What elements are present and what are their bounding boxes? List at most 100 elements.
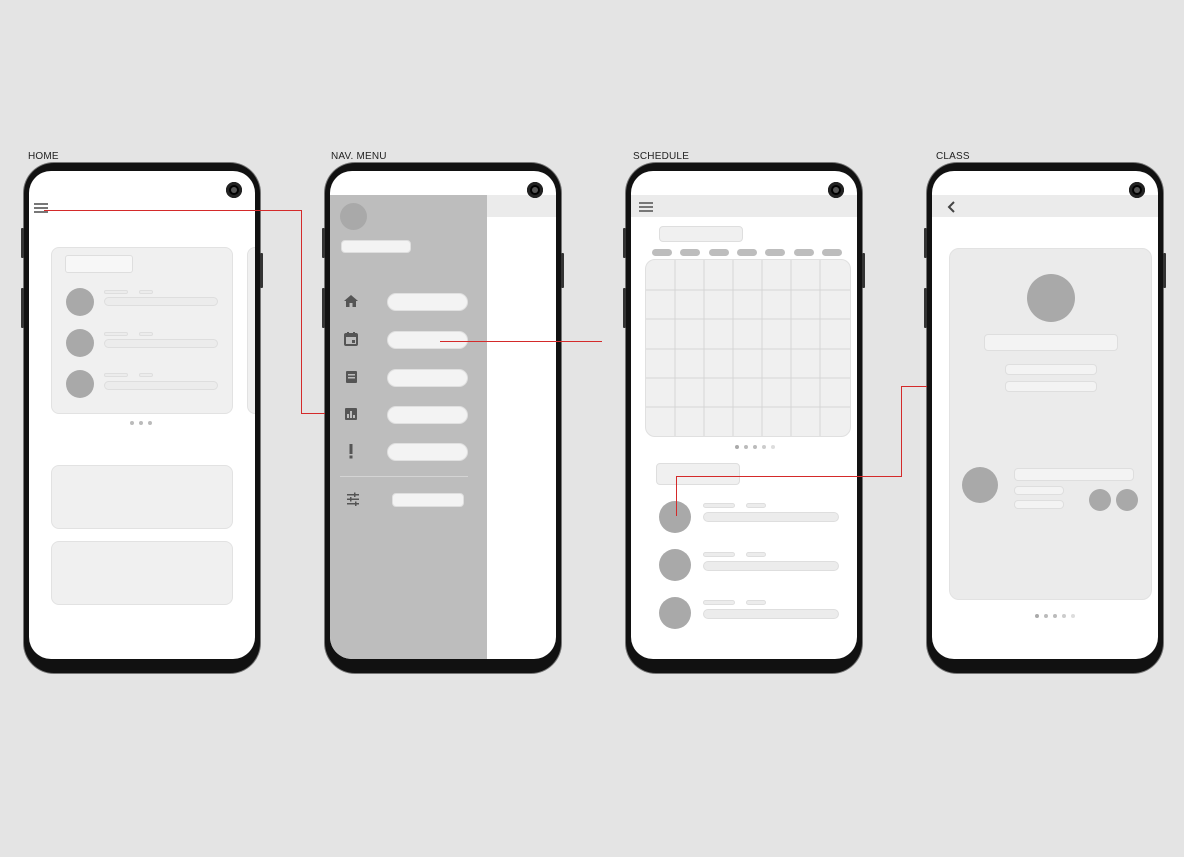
- carousel-dot[interactable]: [744, 445, 748, 449]
- list-item-meta: [746, 600, 766, 605]
- weekday-label: [652, 249, 672, 256]
- menu-divider: [340, 476, 468, 477]
- flow-line-home-to-nav: [301, 210, 302, 413]
- month-title: [659, 226, 743, 242]
- list-item-meta: [104, 373, 128, 377]
- list-item-meta: [703, 600, 735, 605]
- flow-line-nav-to-schedule: [440, 341, 602, 342]
- user-name: [341, 240, 411, 253]
- flow-line-schedule-to-class: [901, 386, 927, 387]
- carousel-dot[interactable]: [735, 445, 739, 449]
- menu-item-home[interactable]: [387, 293, 468, 311]
- carousel-dot[interactable]: [762, 445, 766, 449]
- action-button[interactable]: [1089, 489, 1111, 511]
- class-screen: [932, 171, 1158, 659]
- menu-item-alerts[interactable]: [387, 443, 468, 461]
- nav-menu-screen: [330, 171, 556, 659]
- home-screen: [29, 171, 255, 659]
- class-title: [984, 334, 1118, 351]
- avatar: [66, 329, 94, 357]
- teacher-avatar[interactable]: [962, 467, 998, 503]
- menu-item-stats[interactable]: [387, 406, 468, 424]
- hamburger-menu-icon[interactable]: [34, 203, 48, 213]
- camera-icon: [828, 182, 844, 198]
- carousel-dot[interactable]: [1035, 614, 1039, 618]
- carousel-dot[interactable]: [1044, 614, 1048, 618]
- schedule-screen-label: SCHEDULE: [633, 151, 690, 162]
- weekday-label: [794, 249, 814, 256]
- list-item-meta: [746, 503, 766, 508]
- content-card[interactable]: [51, 541, 233, 605]
- home-screen-label: HOME: [28, 151, 59, 162]
- class-subtitle: [1005, 381, 1097, 392]
- class-subtitle: [1005, 364, 1097, 375]
- teacher-name: [1014, 468, 1134, 481]
- carousel-dot[interactable]: [1062, 614, 1066, 618]
- home-icon[interactable]: [342, 293, 360, 311]
- teacher-meta: [1014, 486, 1064, 495]
- carousel-dot[interactable]: [148, 421, 152, 425]
- menu-item-classes[interactable]: [387, 369, 468, 387]
- card-title: [65, 255, 133, 273]
- flow-line-schedule-to-class: [676, 476, 902, 477]
- flow-line-home-to-nav: [44, 210, 302, 211]
- home-phone: [21, 163, 263, 673]
- flow-line-home-to-nav: [301, 413, 325, 414]
- list-item-text: [104, 381, 218, 390]
- avatar[interactable]: [659, 597, 691, 629]
- carousel-dot[interactable]: [1053, 614, 1057, 618]
- list-item-text[interactable]: [703, 609, 839, 619]
- carousel-dot[interactable]: [1071, 614, 1075, 618]
- app-bar-peek: [485, 195, 556, 217]
- list-item-text[interactable]: [703, 561, 839, 571]
- carousel-dot[interactable]: [130, 421, 134, 425]
- calendar-grid[interactable]: [645, 259, 851, 437]
- weekday-label: [765, 249, 785, 256]
- list-item-meta: [104, 332, 128, 336]
- list-item-meta: [104, 290, 128, 294]
- flow-line-schedule-to-class: [676, 476, 677, 516]
- avatar: [66, 288, 94, 316]
- chevron-left-icon[interactable]: [946, 200, 958, 213]
- list-item-text[interactable]: [703, 512, 839, 522]
- list-item-meta: [703, 503, 735, 508]
- nav-drawer: [330, 195, 487, 659]
- camera-icon: [1129, 182, 1145, 198]
- menu-item-schedule[interactable]: [387, 331, 468, 349]
- list-item-meta: [746, 552, 766, 557]
- weekday-label: [737, 249, 757, 256]
- nav-menu-phone: [322, 163, 564, 673]
- calendar-icon[interactable]: [342, 331, 360, 349]
- list-item-text: [104, 297, 218, 306]
- section-title: [656, 463, 740, 485]
- list-item-meta: [139, 373, 153, 377]
- camera-icon: [226, 182, 242, 198]
- action-button[interactable]: [1116, 489, 1138, 511]
- schedule-phone: [623, 163, 865, 673]
- class-phone: [924, 163, 1166, 673]
- content-card[interactable]: [51, 465, 233, 529]
- bar-chart-icon[interactable]: [342, 406, 360, 424]
- sliders-icon[interactable]: [344, 491, 362, 509]
- carousel-dot[interactable]: [771, 445, 775, 449]
- avatar: [66, 370, 94, 398]
- camera-icon: [527, 182, 543, 198]
- nav-menu-screen-label: NAV. MENU: [331, 151, 387, 162]
- weekday-label: [680, 249, 700, 256]
- avatar: [340, 203, 367, 230]
- avatar[interactable]: [659, 501, 691, 533]
- list-item-meta: [139, 290, 153, 294]
- book-icon[interactable]: [342, 369, 360, 387]
- class-screen-label: CLASS: [936, 151, 970, 162]
- exclamation-icon[interactable]: [342, 443, 360, 461]
- next-card-peek[interactable]: [247, 247, 255, 414]
- carousel-dot[interactable]: [753, 445, 757, 449]
- weekday-label: [822, 249, 842, 256]
- carousel-dot[interactable]: [139, 421, 143, 425]
- app-bar: [932, 195, 1158, 217]
- list-item-meta: [139, 332, 153, 336]
- schedule-screen: [631, 171, 857, 659]
- avatar[interactable]: [659, 549, 691, 581]
- hamburger-menu-icon[interactable]: [639, 202, 653, 212]
- menu-item-settings[interactable]: [392, 493, 464, 507]
